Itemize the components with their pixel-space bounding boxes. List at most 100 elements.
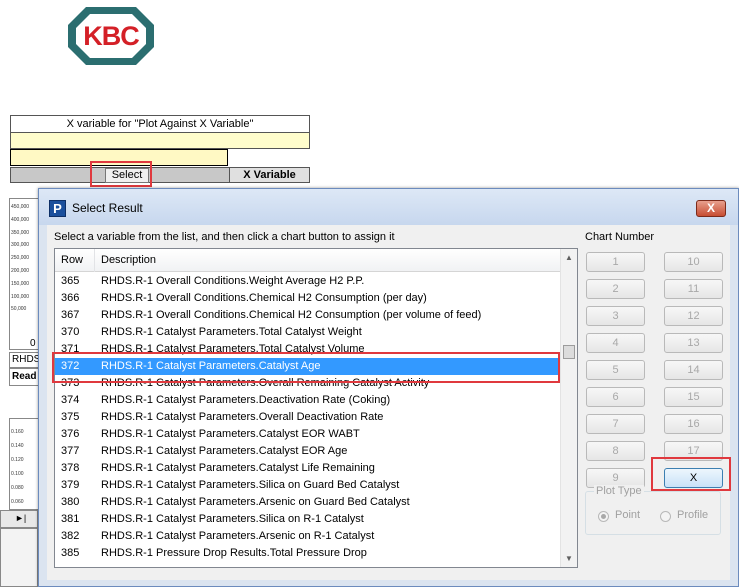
background-tick-label: 100,000 [11,293,30,300]
chart-button-6[interactable]: 6 [586,387,645,407]
radio-point-label[interactable]: Point [615,509,640,521]
plot-type-group: Plot Type Point Profile [585,485,721,535]
radio-point[interactable] [598,511,609,522]
row-number: 375 [61,411,80,423]
row-number: 379 [61,479,80,491]
list-body: 365 RHDS.R-1 Overall Conditions.Weight Av… [55,273,562,562]
chart-button-7[interactable]: 7 [586,414,645,434]
row-number: 381 [61,513,80,525]
chart-button-5[interactable]: 5 [586,360,645,380]
row-number: 378 [61,462,80,474]
row-description: RHDS.R-1 Overall Conditions.Chemical H2 … [101,309,482,321]
chart-button-16[interactable]: 16 [664,414,723,434]
row-description: RHDS.R-1 Catalyst Parameters.Catalyst EO… [101,445,348,457]
list-row-382[interactable]: 382 RHDS.R-1 Catalyst Parameters.Arsenic … [55,528,562,545]
chart-number-label: Chart Number [585,231,655,243]
nav-next-icon[interactable]: ►| [15,513,26,523]
plot-type-label: Plot Type [594,485,644,497]
scroll-down-arrow-icon[interactable]: ▼ [561,550,577,567]
scroll-thumb[interactable] [563,345,575,359]
selected-row-highlight [52,352,560,383]
list-row-381[interactable]: 381 RHDS.R-1 Catalyst Parameters.Silica o… [55,511,562,528]
chart-button-13[interactable]: 13 [664,333,723,353]
row-number: 385 [61,547,80,559]
background-sheet-nav[interactable]: ►| [0,510,38,528]
row-number: 374 [61,394,80,406]
background-tick-label: 250,000 [11,255,30,262]
list-row-375[interactable]: 375 RHDS.R-1 Catalyst Parameters.Overall … [55,409,562,426]
list-row-367[interactable]: 367 RHDS.R-1 Overall Conditions.Chemical … [55,307,562,324]
background-tick-label: 350,000 [11,229,30,236]
column-header-description[interactable]: Description [95,249,562,272]
chart-button-8[interactable]: 8 [586,441,645,461]
row-number: 367 [61,309,80,321]
select-button-highlight [90,161,152,187]
row-description: RHDS.R-1 Catalyst Parameters.Arsenic on … [101,530,375,542]
background-tick-label: 300,000 [11,242,30,249]
chart-button-4[interactable]: 4 [586,333,645,353]
background-tick-label: 450,000 [11,204,30,210]
variable-list[interactable]: Row Description 365 RHDS.R-1 Overall Cond… [54,248,578,568]
column-header-row[interactable]: Row [55,249,95,272]
row-description: RHDS.R-1 Catalyst Parameters.Arsenic on … [101,496,410,508]
chart-button-12[interactable]: 12 [664,306,723,326]
row-description: RHDS.R-1 Overall Conditions.Weight Avera… [101,275,365,287]
row-number: 370 [61,326,80,338]
x-button-highlight [651,457,731,491]
chart-button-2[interactable]: 2 [586,279,645,299]
row-description: RHDS.R-1 Catalyst Parameters.Silica on R… [101,513,364,525]
row-description: RHDS.R-1 Catalyst Parameters.Total Catal… [101,326,362,338]
row-number: 377 [61,445,80,457]
list-row-379[interactable]: 379 RHDS.R-1 Catalyst Parameters.Silica o… [55,477,562,494]
list-row-376[interactable]: 376 RHDS.R-1 Catalyst Parameters.Catalyst… [55,426,562,443]
kbc-logo: KBC [66,5,156,67]
logo-text: KBC [83,20,140,51]
chart-button-10[interactable]: 10 [664,252,723,272]
select-result-dialog: P Select Result X Select a variable from… [38,188,739,587]
list-row-374[interactable]: 374 RHDS.R-1 Catalyst Parameters.Deactiva… [55,392,562,409]
x-variable-value-cell [10,133,310,149]
row-description: RHDS.R-1 Catalyst Parameters.Catalyst EO… [101,428,360,440]
list-row-380[interactable]: 380 RHDS.R-1 Catalyst Parameters.Arsenic … [55,494,562,511]
list-row-385[interactable]: 385 RHDS.R-1 Pressure Drop Results.Total … [55,545,562,562]
chart-button-15[interactable]: 15 [664,387,723,407]
row-number: 366 [61,292,80,304]
list-scrollbar[interactable]: ▲ ▼ [560,249,577,567]
chart-button-14[interactable]: 14 [664,360,723,380]
chart-button-1[interactable]: 1 [586,252,645,272]
background-tick-label: 0.160 [11,429,24,435]
row-description: RHDS.R-1 Catalyst Parameters.Silica on G… [101,479,400,491]
row-number: 376 [61,428,80,440]
background-tick-label: 0.060 [11,499,24,505]
row-description: RHDS.R-1 Pressure Drop Results.Total Pre… [101,547,367,559]
chart-button-11[interactable]: 11 [664,279,723,299]
dialog-title: Select Result [72,201,143,215]
background-tick-label: 0.140 [11,443,24,449]
dialog-content: Select a variable from the list, and the… [47,225,730,580]
background-tick-label: 150,000 [11,280,30,287]
row-number: 365 [61,275,80,287]
list-row-377[interactable]: 377 RHDS.R-1 Catalyst Parameters.Catalyst… [55,443,562,460]
row-description: RHDS.R-1 Catalyst Parameters.Overall Dea… [101,411,384,423]
background-tick-label: 200,000 [11,268,30,274]
background-strip-text-1: RHDS [12,354,41,365]
app-p-icon: P [49,200,66,217]
list-row-378[interactable]: 378 RHDS.R-1 Catalyst Parameters.Catalyst… [55,460,562,477]
scroll-up-arrow-icon[interactable]: ▲ [561,249,577,266]
chart-button-3[interactable]: 3 [586,306,645,326]
list-row-370[interactable]: 370 RHDS.R-1 Catalyst Parameters.Total Ca… [55,324,562,341]
radio-profile[interactable] [660,511,671,522]
list-row-365[interactable]: 365 RHDS.R-1 Overall Conditions.Weight Av… [55,273,562,290]
background-tick-label: 50,000 [11,306,27,313]
list-header: Row Description [55,249,562,272]
row-description: RHDS.R-1 Overall Conditions.Chemical H2 … [101,292,427,304]
list-row-366[interactable]: 366 RHDS.R-1 Overall Conditions.Chemical … [55,290,562,307]
dialog-titlebar[interactable]: P Select Result X [39,189,738,225]
row-number: 380 [61,496,80,508]
x-variable-title: X variable for "Plot Against X Variable" [10,115,310,133]
radio-profile-label[interactable]: Profile [677,509,708,521]
close-button[interactable]: X [696,200,726,217]
x-variable-label: X Variable [229,168,309,182]
row-description: RHDS.R-1 Catalyst Parameters.Deactivatio… [101,394,391,406]
row-number: 382 [61,530,80,542]
